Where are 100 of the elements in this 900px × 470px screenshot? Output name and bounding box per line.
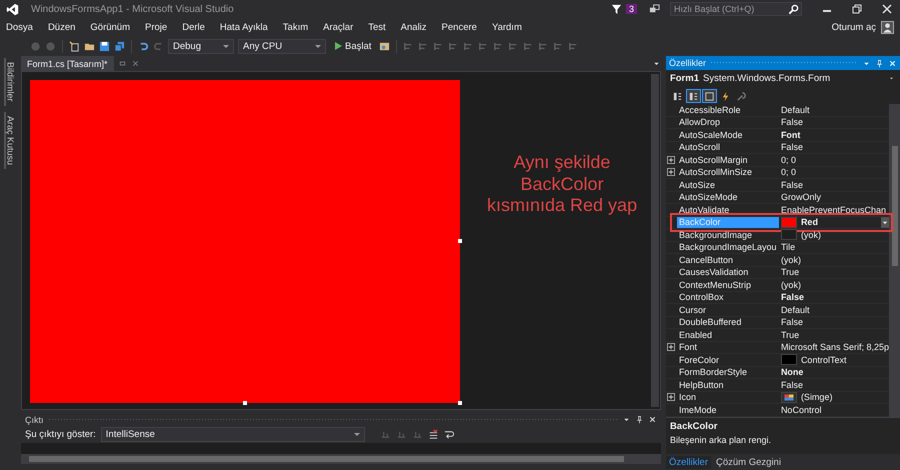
filter-icon[interactable] <box>610 4 622 14</box>
menu-item[interactable]: Proje <box>145 22 168 32</box>
property-value[interactable]: Default <box>780 304 810 315</box>
layout-icon[interactable] <box>508 40 520 52</box>
property-name[interactable]: Font <box>676 342 779 353</box>
property-value[interactable]: Default <box>780 104 810 115</box>
new-item-icon[interactable] <box>69 40 80 52</box>
property-value[interactable]: 0; 0 <box>780 167 796 178</box>
property-value[interactable]: Microsoft Sans Serif; 8,25p <box>780 342 889 352</box>
property-name[interactable]: AccessibleRole <box>676 104 779 116</box>
property-name[interactable]: AutoScrollMinSize <box>676 166 779 178</box>
search-icon[interactable] <box>788 4 799 14</box>
side-tab[interactable]: Araç Kutusu <box>4 112 16 169</box>
dropdown-icon[interactable] <box>881 216 889 228</box>
property-toolbar-button[interactable] <box>686 88 701 102</box>
menu-item[interactable]: Test <box>368 22 386 32</box>
menu-item[interactable]: Yardım <box>492 22 522 32</box>
expand-icon[interactable] <box>667 343 676 352</box>
property-name[interactable]: ControlBox <box>676 292 779 303</box>
property-value[interactable]: False <box>780 380 803 390</box>
close-icon[interactable] <box>648 415 657 424</box>
resize-handle[interactable] <box>243 401 248 405</box>
menu-item[interactable]: Düzen <box>48 22 76 32</box>
property-toolbar-button[interactable] <box>702 88 717 102</box>
layout-icon[interactable] <box>523 40 534 52</box>
property-value[interactable]: NoControl <box>780 404 822 415</box>
start-button[interactable]: Başlat <box>330 40 376 52</box>
property-name[interactable]: AutoValidate <box>676 204 779 216</box>
restore-icon[interactable] <box>851 3 863 15</box>
layout-icon[interactable] <box>403 40 414 52</box>
clear-all-icon[interactable] <box>428 429 439 440</box>
platform-dropdown[interactable]: Any CPU <box>238 38 326 54</box>
property-name[interactable]: AllowDrop <box>676 116 779 128</box>
undo-icon[interactable] <box>138 40 149 52</box>
layout-icon[interactable] <box>568 40 580 52</box>
property-name[interactable]: DoubleBuffered <box>676 316 779 328</box>
layout-icon[interactable] <box>418 40 430 52</box>
property-value[interactable]: (yok) <box>780 254 801 265</box>
document-tab[interactable]: Form1.cs [Tasarım]* <box>21 56 114 71</box>
property-value[interactable]: False <box>780 317 803 328</box>
sign-in-link[interactable]: Oturum aç <box>832 22 876 32</box>
property-name[interactable]: ForeColor <box>676 354 779 366</box>
property-value[interactable]: None <box>780 367 804 378</box>
layout-icon[interactable] <box>493 40 504 52</box>
layout-icon[interactable] <box>448 40 460 52</box>
expand-icon[interactable] <box>667 156 676 164</box>
property-name[interactable]: BackgroundImageLayou <box>676 242 779 253</box>
property-value[interactable]: Font <box>780 130 800 140</box>
resize-handle[interactable] <box>458 401 462 405</box>
property-value[interactable]: Tile <box>780 242 796 252</box>
expand-icon[interactable] <box>667 168 676 176</box>
property-value[interactable]: 0; 0 <box>780 154 796 165</box>
menu-item[interactable]: Analiz <box>400 22 427 32</box>
scrollbar[interactable] <box>650 74 659 407</box>
property-value[interactable]: GrowOnly <box>780 192 821 202</box>
property-value[interactable]: False <box>780 180 803 190</box>
property-name[interactable]: FormBorderStyle <box>676 366 779 378</box>
save-icon[interactable] <box>99 40 110 52</box>
side-tab[interactable]: Bildirimler <box>4 58 16 106</box>
close-icon[interactable] <box>881 3 893 15</box>
property-value[interactable]: (yok) <box>780 280 801 290</box>
property-name[interactable]: BackgroundImage <box>676 229 779 240</box>
property-name[interactable]: CausesValidation <box>676 266 779 278</box>
user-icon[interactable] <box>881 20 894 34</box>
property-name[interactable]: Icon <box>676 392 779 403</box>
menu-item[interactable]: Takım <box>282 22 308 32</box>
property-name[interactable]: HelpButton <box>676 379 779 390</box>
property-value[interactable]: False <box>780 117 803 128</box>
layout-icon[interactable] <box>538 40 550 52</box>
output-source-dropdown[interactable]: IntelliSense <box>100 427 365 442</box>
menu-item[interactable]: Görünüm <box>90 22 130 32</box>
layout-icon[interactable] <box>433 40 444 52</box>
quick-launch-field[interactable]: Hızlı Başlat (Ctrl+Q) <box>670 2 802 16</box>
property-name[interactable]: AutoScroll <box>676 142 779 153</box>
property-value[interactable]: False <box>780 142 803 152</box>
property-value[interactable]: (yok) <box>800 230 821 240</box>
scrollbar[interactable] <box>889 104 900 417</box>
word-wrap-icon[interactable] <box>444 429 455 440</box>
property-value[interactable]: EnablePreventFocusChan <box>780 204 886 215</box>
pin-icon[interactable] <box>634 415 644 424</box>
panel-tab[interactable]: Özellikler <box>666 456 711 468</box>
layout-icon[interactable] <box>463 40 474 52</box>
menu-item[interactable]: Araçlar <box>323 22 354 32</box>
property-value[interactable]: False <box>780 292 804 302</box>
property-value[interactable]: Red <box>800 217 818 228</box>
property-value[interactable]: True <box>780 330 800 340</box>
property-value[interactable]: ControlText <box>800 354 846 365</box>
property-name[interactable]: AutoSize <box>676 179 779 190</box>
layout-icon[interactable] <box>478 40 490 52</box>
save-all-icon[interactable] <box>114 40 125 52</box>
property-name[interactable]: AutoSizeMode <box>676 192 779 203</box>
configuration-dropdown[interactable]: Debug <box>168 38 234 54</box>
menu-item[interactable]: Hata Ayıkla <box>220 22 268 32</box>
property-name[interactable]: Cursor <box>676 304 779 316</box>
property-value[interactable]: (Simge) <box>800 392 832 402</box>
property-value[interactable]: True <box>780 267 800 278</box>
pin-icon[interactable] <box>875 58 884 68</box>
property-name[interactable]: ImeMode <box>676 404 779 416</box>
resize-handle[interactable] <box>458 239 462 243</box>
property-name[interactable]: AutoScaleMode <box>676 129 779 140</box>
